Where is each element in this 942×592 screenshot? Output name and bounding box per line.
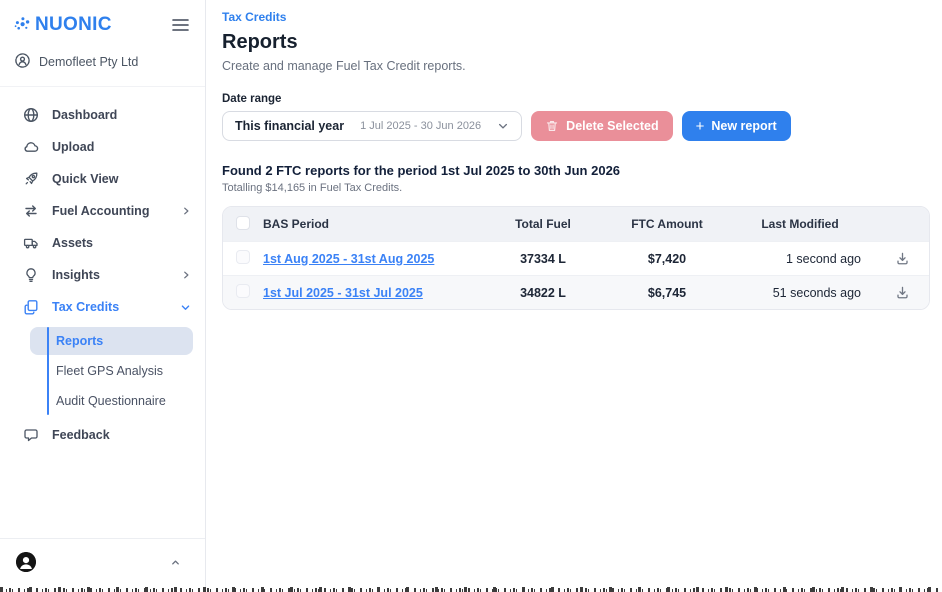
chevron-down-icon — [497, 120, 509, 132]
sidebar-item-label: Tax Credits — [52, 300, 119, 314]
subnav-item-label: Reports — [56, 334, 103, 348]
sidebar-item-feedback[interactable]: Feedback — [0, 419, 205, 451]
cloud-icon — [23, 139, 39, 155]
globe-icon — [23, 107, 39, 123]
totalling-summary: Totalling $14,165 in Fuel Tax Credits. — [222, 182, 930, 194]
breadcrumb[interactable]: Tax Credits — [222, 10, 930, 24]
sidebar: NUONIC Demofleet Pty Ltd — [0, 0, 206, 592]
sidebar-footer — [0, 538, 205, 592]
sidebar-item-fleet-gps-analysis[interactable]: Fleet GPS Analysis — [30, 357, 193, 385]
col-header-bas-period: BAS Period — [263, 217, 477, 231]
chat-bubble-icon — [23, 427, 39, 443]
download-icon[interactable] — [875, 251, 929, 266]
nuonic-dots-icon — [14, 15, 32, 36]
tax-credits-subnav: Reports Fleet GPS Analysis Audit Questio… — [0, 323, 205, 419]
sidebar-item-label: Quick View — [52, 172, 118, 186]
sidebar-item-label: Fuel Accounting — [52, 204, 149, 218]
controls-row: This financial year 1 Jul 2025 - 30 Jun … — [222, 111, 930, 141]
trash-icon — [545, 119, 559, 133]
sidebar-nav: Dashboard Upload Quick — [0, 87, 205, 451]
sidebar-item-insights[interactable]: Insights — [0, 259, 205, 291]
sidebar-item-audit-questionnaire[interactable]: Audit Questionnaire — [30, 387, 193, 415]
table-body: 1st Aug 2025 - 31st Aug 2025 37334 L $7,… — [223, 241, 929, 309]
date-range-label: Date range — [222, 93, 930, 105]
date-range-dropdown[interactable]: This financial year 1 Jul 2025 - 30 Jun … — [222, 111, 522, 141]
main-content: Tax Credits Reports Create and manage Fu… — [206, 0, 942, 592]
sidebar-item-label: Insights — [52, 268, 100, 282]
documents-icon — [23, 299, 39, 315]
subnav-item-label: Audit Questionnaire — [56, 394, 166, 408]
results-summary: Found 2 FTC reports for the period 1st J… — [222, 163, 930, 178]
total-fuel-value: 34822 L — [477, 286, 609, 300]
table-row: 1st Aug 2025 - 31st Aug 2025 37334 L $7,… — [223, 241, 929, 275]
lightbulb-icon — [23, 267, 39, 283]
org-account-icon — [14, 52, 31, 72]
row-checkbox[interactable] — [236, 284, 250, 298]
chevron-right-icon — [181, 206, 191, 216]
swap-arrows-icon — [23, 203, 39, 219]
col-header-total-fuel: Total Fuel — [477, 217, 609, 231]
col-header-ftc-amount: FTC Amount — [609, 217, 725, 231]
col-header-last-modified: Last Modified — [725, 217, 875, 231]
sidebar-item-label: Upload — [52, 140, 94, 154]
sidebar-item-dashboard[interactable]: Dashboard — [0, 99, 205, 131]
total-fuel-value: 37334 L — [477, 252, 609, 266]
sidebar-item-label: Dashboard — [52, 108, 117, 122]
org-name: Demofleet Pty Ltd — [39, 55, 138, 69]
date-range-value: 1 Jul 2025 - 30 Jun 2026 — [360, 120, 481, 132]
page-title: Reports — [222, 31, 930, 54]
last-modified-value: 1 second ago — [725, 252, 875, 266]
sidebar-item-label: Feedback — [52, 428, 110, 442]
bas-period-link[interactable]: 1st Aug 2025 - 31st Aug 2025 — [263, 252, 477, 266]
app-window: NUONIC Demofleet Pty Ltd — [0, 0, 942, 592]
reports-table: BAS Period Total Fuel FTC Amount Last Mo… — [222, 206, 930, 310]
new-report-button[interactable]: + New report — [682, 111, 791, 141]
delete-selected-button[interactable]: Delete Selected — [531, 111, 672, 141]
sidebar-item-upload[interactable]: Upload — [0, 131, 205, 163]
table-row: 1st Jul 2025 - 31st Jul 2025 34822 L $6,… — [223, 275, 929, 309]
delete-selected-label: Delete Selected — [566, 119, 658, 133]
chevron-right-icon — [181, 270, 191, 280]
hamburger-menu-icon[interactable] — [172, 18, 189, 32]
last-modified-value: 51 seconds ago — [725, 286, 875, 300]
sidebar-item-reports[interactable]: Reports — [30, 327, 193, 355]
rocket-icon — [23, 171, 39, 187]
org-selector[interactable]: Demofleet Pty Ltd — [0, 36, 205, 87]
chevron-down-icon — [180, 302, 191, 313]
sidebar-item-tax-credits[interactable]: Tax Credits — [0, 291, 205, 323]
chevron-up-icon[interactable] — [170, 557, 189, 568]
plus-icon: + — [696, 119, 705, 134]
sidebar-item-fuel-accounting[interactable]: Fuel Accounting — [0, 195, 205, 227]
ftc-amount-value: $7,420 — [609, 252, 725, 266]
date-range-preset: This financial year — [235, 119, 344, 133]
new-report-label: New report — [711, 119, 776, 133]
nuonic-logo[interactable]: NUONIC — [14, 14, 112, 36]
download-icon[interactable] — [875, 285, 929, 300]
truck-icon — [23, 235, 39, 251]
sidebar-header: NUONIC — [0, 0, 205, 36]
table-header-row: BAS Period Total Fuel FTC Amount Last Mo… — [223, 207, 929, 241]
sidebar-item-assets[interactable]: Assets — [0, 227, 205, 259]
subnav-item-label: Fleet GPS Analysis — [56, 364, 163, 378]
brand-name: NUONIC — [35, 14, 112, 36]
sidebar-item-label: Assets — [52, 236, 93, 250]
ftc-amount-value: $6,745 — [609, 286, 725, 300]
select-all-checkbox[interactable] — [236, 216, 250, 230]
sidebar-item-quick-view[interactable]: Quick View — [0, 163, 205, 195]
user-avatar[interactable] — [16, 552, 36, 572]
row-checkbox[interactable] — [236, 250, 250, 264]
bas-period-link[interactable]: 1st Jul 2025 - 31st Jul 2025 — [263, 286, 477, 300]
page-subtitle: Create and manage Fuel Tax Credit report… — [222, 59, 930, 73]
